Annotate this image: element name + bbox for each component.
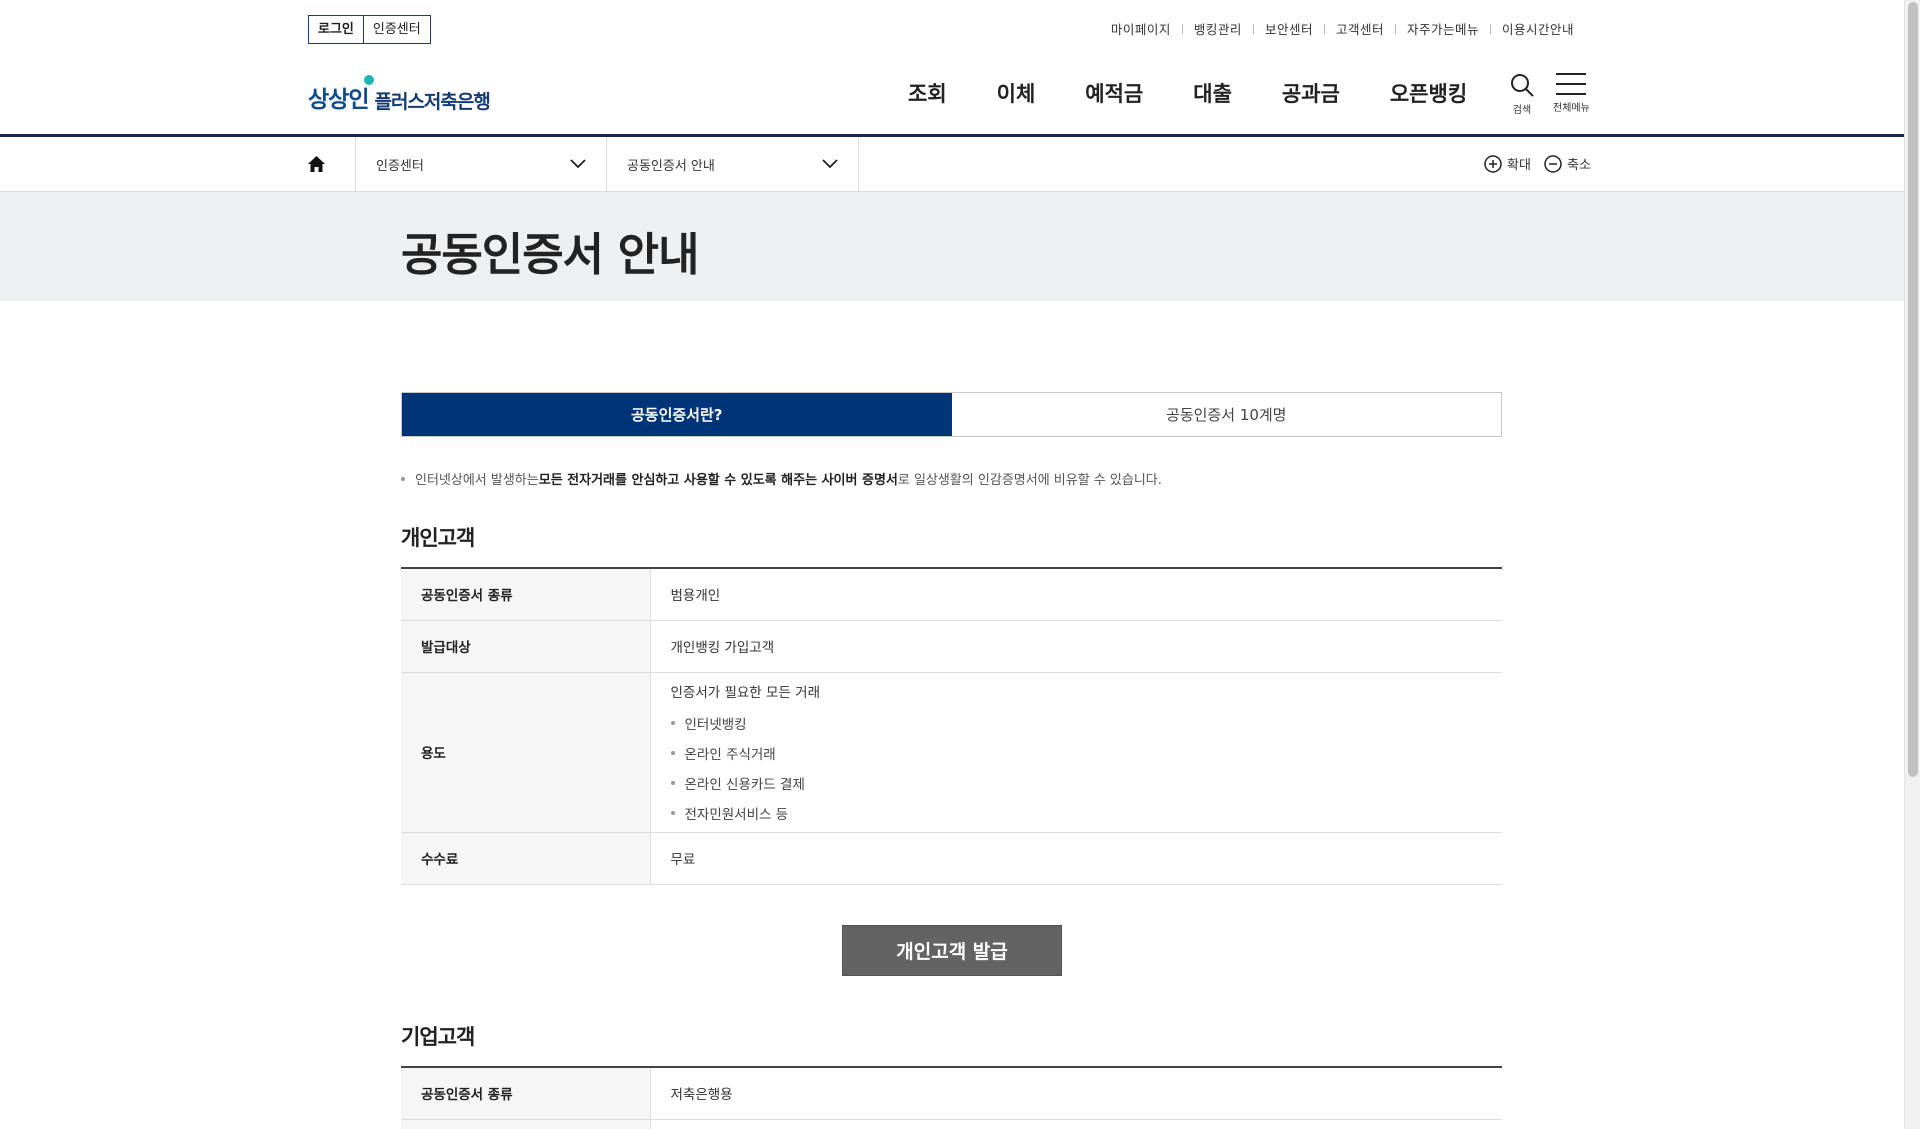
- tab-ten-rules[interactable]: 공동인증서 10계명: [951, 393, 1501, 436]
- list-item-text: 전자민원서비스 등: [684, 807, 789, 823]
- row-label: 공동인증서 종류: [401, 568, 651, 621]
- row-value: 무료: [650, 832, 1502, 885]
- utility-left: 로그인 인증센터: [308, 15, 431, 44]
- location-depth2-dropdown[interactable]: 공동인증서 안내: [607, 137, 858, 191]
- nav-utility-bill[interactable]: 공과금: [1282, 78, 1340, 108]
- intro-before: 인터넷상에서 발생하는: [415, 473, 539, 488]
- table-row: 공동인증서 종류 범용개인: [401, 568, 1502, 621]
- personal-info-table: 공동인증서 종류 범용개인 발급대상 개인뱅킹 가입고객 용도 인증서가 필요한…: [401, 567, 1502, 885]
- divider: [1394, 23, 1396, 34]
- location-depth1-label: 인증센터: [376, 158, 424, 174]
- table-row: 발급대상 개인뱅킹 가입고객: [401, 620, 1502, 673]
- search-icon: [1511, 74, 1534, 97]
- list-item-text: 인터넷뱅킹: [684, 717, 747, 733]
- table-row: 수수료 무료: [401, 832, 1502, 885]
- utility-links: 마이페이지 뱅킹관리 보안센터 고객센터 자주가는메뉴 이용시간안내: [1111, 19, 1574, 38]
- row-label: 공동인증서 종류: [401, 1067, 651, 1120]
- cert-center-button[interactable]: 인증센터: [362, 15, 431, 44]
- row-label: 발급대상: [401, 620, 651, 673]
- all-menu-button[interactable]: 전체메뉴: [1553, 72, 1590, 114]
- zoom-in-button[interactable]: 확대: [1484, 154, 1531, 173]
- zoom-out-label: 축소: [1567, 158, 1591, 173]
- nav-transfer[interactable]: 이체: [997, 78, 1036, 108]
- zoom-out-button[interactable]: 축소: [1544, 154, 1591, 173]
- list-item-text: 온라인 신용카드 결제: [684, 777, 805, 793]
- personal-issue-button[interactable]: 개인고객 발급: [842, 925, 1062, 976]
- main-nav: 조회 이체 예적금 대출 공과금 오픈뱅킹: [908, 78, 1467, 108]
- location-depth1-dropdown[interactable]: 인증센터: [356, 137, 606, 191]
- nav-deposit[interactable]: 예적금: [1085, 78, 1143, 108]
- bullet-icon: [670, 781, 675, 785]
- divider: [1252, 23, 1254, 34]
- row-value: 저축은행용: [650, 1067, 1502, 1120]
- zoom-in-icon: [1484, 154, 1502, 173]
- nav-inquiry[interactable]: 조회: [908, 78, 947, 108]
- intro-after: 로 일상생활의 인감증명서에 비유할 수 있습니다.: [897, 473, 1162, 488]
- list-item: 온라인 주식거래: [670, 743, 1483, 763]
- search-button[interactable]: 검색: [1509, 72, 1535, 116]
- tab-what-is-cert[interactable]: 공동인증서란?: [402, 393, 952, 436]
- logo-text: 플러스저축은행: [374, 91, 490, 113]
- table-row: 공동인증서 종류 저축은행용: [401, 1067, 1502, 1120]
- divider: [1181, 23, 1183, 34]
- divider: [1489, 23, 1491, 34]
- intro-text: 인터넷상에서 발생하는 모든 전자거래를 안심하고 사용할 수 있도록 해주는 …: [401, 469, 1162, 488]
- login-button[interactable]: 로그인: [308, 15, 363, 44]
- row-value: 범용개인: [650, 568, 1502, 621]
- bank-logo[interactable]: 상상인 플러스저축은행: [308, 75, 491, 114]
- mypage-link[interactable]: 마이페이지: [1111, 19, 1171, 38]
- logo-mark: 상상인: [308, 87, 369, 113]
- intro-bold: 모든 전자거래를 안심하고 사용할 수 있도록 해주는 사이버 증명서: [538, 473, 898, 488]
- row-label: 수수료: [401, 832, 651, 885]
- list-item: 전자민원서비스 등: [670, 803, 1483, 823]
- nav-loan[interactable]: 대출: [1193, 78, 1232, 108]
- hamburger-icon: [1556, 73, 1587, 95]
- row-label: [401, 1119, 651, 1129]
- table-row: 용도 인증서가 필요한 모든 거래 인터넷뱅킹 온라인 주식거래 온라인 신용카…: [401, 672, 1502, 833]
- personal-section-title: 개인고객: [401, 526, 475, 550]
- location-depth2-label: 공동인증서 안내: [627, 158, 715, 174]
- corporate-section-title: 기업고객: [401, 1025, 475, 1049]
- all-menu-label: 전체메뉴: [1553, 103, 1590, 114]
- favorite-menu-link[interactable]: 자주가는메뉴: [1407, 19, 1479, 38]
- divider: [858, 137, 859, 191]
- logo-dot-icon: [364, 75, 374, 85]
- page-title: 공동인증서 안내: [401, 228, 699, 281]
- bullet-icon: [670, 751, 675, 755]
- divider: [1323, 23, 1325, 34]
- search-label: 검색: [1512, 105, 1532, 116]
- chevron-down-icon: [822, 159, 838, 169]
- list-item: 온라인 신용카드 결제: [670, 773, 1483, 793]
- corporate-info-table: 공동인증서 종류 저축은행용: [401, 1066, 1502, 1129]
- scrollbar-thumb[interactable]: [1908, 2, 1918, 777]
- banking-management-link[interactable]: 뱅킹관리: [1194, 19, 1242, 38]
- bullet-icon: [670, 721, 675, 725]
- row-value: 개인뱅킹 가입고객: [650, 620, 1502, 673]
- usage-list: 인터넷뱅킹 온라인 주식거래 온라인 신용카드 결제 전자민원서비스 등: [670, 713, 1483, 823]
- service-hours-link[interactable]: 이용시간안내: [1502, 19, 1574, 38]
- zoom-out-icon: [1544, 154, 1562, 173]
- page-title-band: 공동인증서 안내: [0, 192, 1904, 301]
- nav-open-banking[interactable]: 오픈뱅킹: [1390, 78, 1467, 108]
- customer-center-link[interactable]: 고객센터: [1336, 19, 1384, 38]
- bullet-icon: [401, 476, 405, 481]
- home-icon: [308, 156, 325, 172]
- list-item-text: 온라인 주식거래: [684, 747, 776, 763]
- row-value-cell: 인증서가 필요한 모든 거래 인터넷뱅킹 온라인 주식거래 온라인 신용카드 결…: [650, 672, 1502, 833]
- home-button[interactable]: [308, 156, 325, 176]
- row-label: 용도: [401, 672, 651, 833]
- table-row: [401, 1119, 1502, 1129]
- content-tabs: 공동인증서란? 공동인증서 10계명: [401, 392, 1502, 437]
- security-center-link[interactable]: 보안센터: [1265, 19, 1313, 38]
- row-value: [650, 1119, 1502, 1129]
- location-bar: 인증센터 공동인증서 안내 확대 축소: [0, 137, 1904, 192]
- page-scrollbar[interactable]: [1904, 0, 1920, 1129]
- zoom-in-label: 확대: [1507, 158, 1531, 173]
- chevron-down-icon: [570, 159, 586, 169]
- list-item: 인터넷뱅킹: [670, 713, 1483, 733]
- bullet-icon: [670, 811, 675, 815]
- row-value: 인증서가 필요한 모든 거래: [670, 685, 821, 701]
